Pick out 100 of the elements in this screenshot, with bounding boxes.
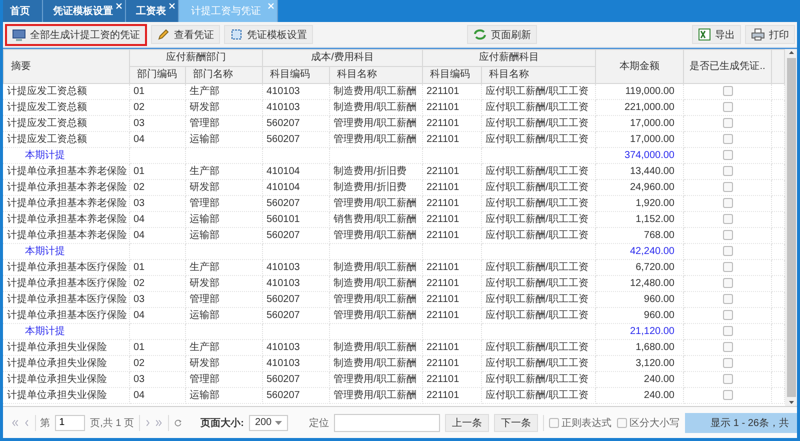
toolbar-button[interactable]: 页面刷新 [467,25,537,44]
page-input[interactable]: 1 [55,414,86,430]
checkbox[interactable] [723,150,733,160]
table-cell: 1,920.00 [595,196,683,212]
checkbox[interactable] [723,358,733,368]
table-cell: 计提单位承担基本医疗保险 [3,308,129,324]
subtotal-amount: 374,000.00 [595,148,683,164]
checkbox[interactable] [723,118,733,128]
checkbox[interactable] [723,390,733,400]
locate-label: 定位 [309,416,330,430]
table-cell: 应付职工薪酬/职工工资 [481,372,595,388]
table-cell: 运输部 [185,212,262,228]
table-cell: 生产部 [185,84,262,100]
table-cell: 17,000.00 [595,116,683,132]
table-cell: 计提单位承担基本养老保险 [3,212,129,228]
table-cell: 01 [129,84,185,100]
toolbar-button[interactable]: 凭证模板设置 [224,25,313,44]
close-icon[interactable] [116,3,122,9]
table-cell: 计提单位承担基本医疗保险 [3,276,129,292]
column-header: 是否已生成凭证.. [684,50,772,84]
checkbox[interactable] [616,418,627,428]
table-cell: 17,000.00 [595,132,683,148]
toolbar-button[interactable]: 查看凭证 [151,25,220,44]
checkbox[interactable] [723,214,733,224]
table-cell: 运输部 [185,132,262,148]
table-cell: 制造费用/折旧费 [329,180,422,196]
table-cell: 计提单位承担基本养老保险 [3,180,129,196]
table-cell: 应付职工薪酬/职工工资 [481,84,595,100]
page-total: 页,共 1 页 [90,416,134,430]
table-cell: 560207 [262,228,329,244]
table-cell: 240.00 [595,372,683,388]
checkbox[interactable] [723,166,733,176]
subtotal-amount: 21,120.00 [595,324,683,340]
checkbox[interactable] [723,134,733,144]
table-cell: 计提单位承担失业保险 [3,340,129,356]
close-icon[interactable] [169,3,175,9]
checkbox[interactable] [723,102,733,112]
toolbar-button[interactable]: 打印 [745,25,795,44]
table-cell: 应付职工薪酬/职工工资 [481,180,595,196]
checkbox[interactable] [723,310,733,320]
checkbox[interactable] [723,294,733,304]
page-size-select[interactable]: 200 [248,414,288,430]
checkbox[interactable] [723,246,733,256]
table-cell: 1,680.00 [595,340,683,356]
table-cell: 管理部 [185,372,262,388]
checkbox[interactable] [723,262,733,272]
table-cell: 计提单位承担失业保险 [3,388,129,404]
column-header: 成本/费用科目 [262,50,422,66]
checkbox[interactable] [548,418,559,428]
checkbox[interactable] [723,326,733,336]
table-cell: 560101 [262,212,329,228]
table-cell: 560207 [262,292,329,308]
table-cell: 24,960.00 [595,180,683,196]
locate-input[interactable] [334,414,440,432]
checkbox[interactable] [723,342,733,352]
table-cell: 管理费用/职工薪酬 [329,292,422,308]
table-cell: 03 [129,196,185,212]
checkbox[interactable] [723,278,733,288]
toolbar-button[interactable]: 导出 [692,25,741,44]
table-cell: 560207 [262,308,329,324]
table-cell: 12,480.00 [595,276,683,292]
table-cell: 计提应发工资总额 [3,84,129,100]
table-cell: 960.00 [595,308,683,324]
table-cell: 01 [129,260,185,276]
column-header: 科目编码 [422,66,482,84]
table-cell: 研发部 [185,356,262,372]
tab[interactable]: 首页 [3,0,43,22]
previous-record-button[interactable]: 上一条 [445,414,490,432]
scrollbar[interactable] [785,49,797,406]
table-cell: 119,000.00 [595,84,683,100]
table-cell: 计提应发工资总额 [3,116,129,132]
table-cell: 制造费用/职工薪酬 [329,340,422,356]
checkbox[interactable] [723,374,733,384]
table-cell: 应付职工薪酬/职工工资 [481,276,595,292]
next-record-button[interactable]: 下一条 [494,414,538,432]
checkbox[interactable] [723,182,733,192]
column-header: 摘要 [4,50,130,84]
column-header: 部门编码 [130,66,186,84]
tab[interactable]: 凭证模板设置 [43,0,126,22]
table-cell: 560207 [262,116,329,132]
checkbox[interactable] [723,198,733,208]
scroll-thumb[interactable] [786,58,796,397]
toolbar-button[interactable]: 全部生成计提工资的凭证 [5,24,147,46]
table-cell: 221101 [422,164,481,180]
table-cell: 410103 [262,340,329,356]
table-cell: 管理部 [185,292,262,308]
printer-icon [751,28,765,41]
subtotal-label: 本期计提 [3,244,129,260]
table-cell: 应付职工薪酬/职工工资 [481,196,595,212]
table-cell: 221101 [422,340,481,356]
table-cell: 应付职工薪酬/职工工资 [481,228,595,244]
column-header: 本期金额 [596,50,684,84]
table-cell: 生产部 [185,340,262,356]
checkbox[interactable] [723,230,733,240]
tab[interactable]: 工资表 [126,0,179,22]
table-cell: 221101 [422,116,481,132]
table-cell: 制造费用/职工薪酬 [329,100,422,116]
table-cell: 221101 [422,308,481,324]
checkbox[interactable] [723,86,733,96]
table-cell: 960.00 [595,292,683,308]
